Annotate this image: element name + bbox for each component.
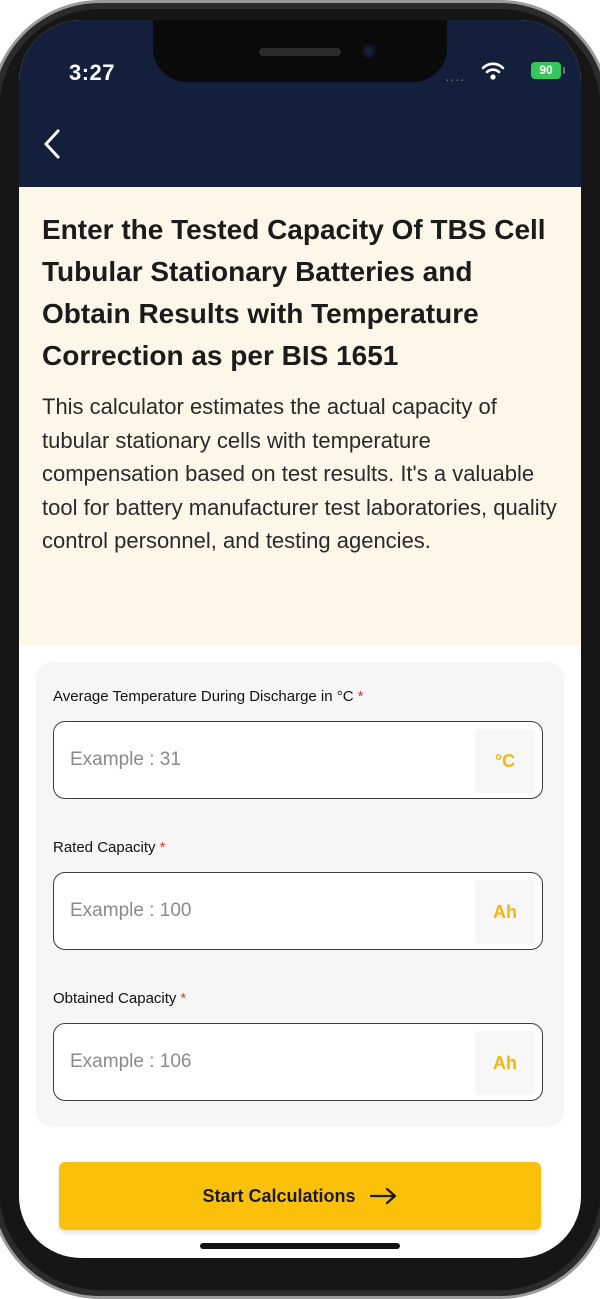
start-calculations-label: Start Calculations [202, 1185, 356, 1206]
back-button[interactable] [37, 126, 67, 162]
speaker-grille [259, 48, 341, 56]
page-title: Enter the Tested Capacity Of TBS Cell Tu… [42, 214, 546, 371]
page-description: This calculator estimates the actual cap… [42, 394, 557, 553]
app-screen: 3:27 .... 90 Enter the Tested Capacity O… [19, 20, 581, 1258]
required-marker: * [159, 839, 166, 856]
obtained-capacity-unit: Ah [475, 1031, 535, 1095]
rated-capacity-label: Rated Capacity * [53, 839, 166, 856]
rated-capacity-input[interactable] [54, 873, 474, 949]
obtained-capacity-label: Obtained Capacity * [53, 990, 187, 1007]
obtained-capacity-input[interactable] [54, 1024, 474, 1100]
status-time: 3:27 [69, 60, 116, 85]
temperature-unit: °C [475, 729, 535, 793]
chevron-left-icon [44, 129, 60, 159]
rated-capacity-unit: Ah [475, 880, 535, 944]
home-indicator [200, 1243, 400, 1249]
required-marker: * [180, 990, 187, 1007]
intro-section: Enter the Tested Capacity Of TBS Cell Tu… [19, 187, 581, 645]
arrow-right-icon [369, 1187, 398, 1205]
required-marker: * [357, 688, 364, 705]
battery-icon: 90 [531, 62, 565, 79]
wifi-icon [481, 61, 505, 86]
calculator-form: Average Temperature During Discharge in … [36, 662, 564, 1127]
temperature-label: Average Temperature During Discharge in … [53, 688, 364, 705]
camera-icon [362, 44, 376, 58]
rated-capacity-field: Ah [53, 872, 543, 950]
temperature-field: °C [53, 721, 543, 799]
obtained-capacity-field: Ah [53, 1023, 543, 1101]
start-calculations-button[interactable]: Start Calculations [59, 1162, 541, 1230]
device-notch [153, 20, 447, 82]
cellular-signal-icon: .... [445, 68, 465, 84]
temperature-input[interactable] [54, 722, 474, 798]
app-header: 3:27 .... 90 [19, 20, 581, 187]
